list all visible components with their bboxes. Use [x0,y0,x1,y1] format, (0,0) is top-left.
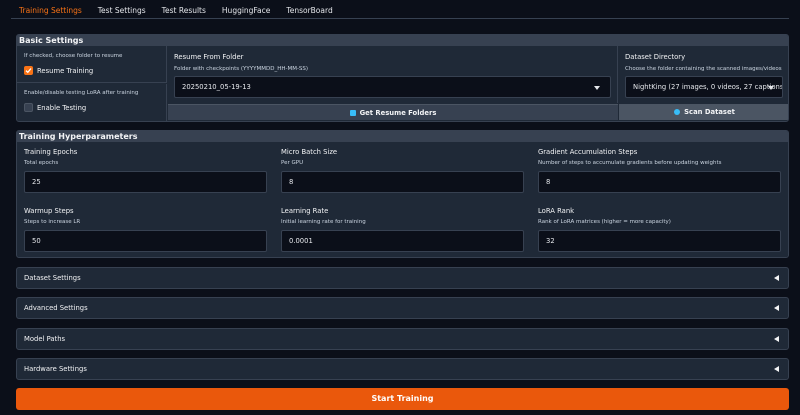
start-training-button[interactable]: Start Training [16,388,789,410]
accordion-model-paths-label: Model Paths [24,335,66,343]
tab-test-results[interactable]: Test Results [154,0,214,19]
resume-training-checkbox[interactable] [24,66,33,75]
dataset-dir-hint: Choose the folder containing the scanned… [625,66,782,72]
learning-rate-input[interactable]: 0.0001 [281,230,524,252]
micro-batch-cell: Micro Batch Size Per GPU 8 [275,142,529,200]
hyperparameters-panel: Training Hyperparameters Training Epochs… [16,130,789,258]
caret-left-icon [774,366,779,372]
micro-batch-hint: Per GPU [281,160,304,166]
scan-dataset-button[interactable]: Scan Dataset [619,104,788,120]
enable-testing-checkbox[interactable] [24,103,33,112]
enable-testing-cell: Enable/disable testing LoRA after traini… [17,84,167,121]
learning-rate-title: Learning Rate [281,207,329,215]
resume-folder-value: 20250210_05-19-13 [182,83,251,91]
tab-test-settings[interactable]: Test Settings [90,0,154,19]
resume-training-cell: If checked, choose folder to resume Resu… [17,46,167,83]
grad-accum-cell: Gradient Accumulation Steps Number of st… [532,142,788,200]
learning-rate-hint: Initial learning rate for training [281,219,366,225]
resume-folder-title: Resume From Folder [174,53,244,61]
dataset-dir-cell: Dataset Directory Choose the folder cont… [619,46,788,103]
refresh-icon [349,109,356,116]
lora-rank-hint: Rank of LoRA matrices (higher = more cap… [538,219,671,225]
tab-bar: Training Settings Test Settings Test Res… [11,0,341,19]
grad-accum-input[interactable]: 8 [538,171,781,193]
micro-batch-input[interactable]: 8 [281,171,524,193]
enable-testing-label[interactable]: Enable Testing [37,104,86,112]
warmup-steps-hint: Steps to increase LR [24,219,81,225]
accordion-advanced-settings[interactable]: Advanced Settings [16,297,789,319]
basic-settings-title: Basic Settings [17,35,788,46]
accordion-dataset-settings[interactable]: Dataset Settings [16,267,789,289]
training-epochs-cell: Training Epochs Total epochs 25 [18,142,272,200]
tab-huggingface[interactable]: HuggingFace [214,0,278,19]
caret-left-icon [774,275,779,281]
grad-accum-hint: Number of steps to accumulate gradients … [538,160,722,166]
dataset-dir-select[interactable]: NightKing (27 images, 0 videos, 27 capti… [625,76,783,98]
tab-divider [11,18,789,19]
resume-folder-hint: Folder with checkpoints (YYYYMMDD_HH-MM-… [174,66,309,72]
warmup-steps-cell: Warmup Steps Steps to increase LR 50 [18,201,272,257]
warmup-steps-input[interactable]: 50 [24,230,267,252]
check-icon [25,68,32,74]
lora-rank-input[interactable]: 32 [538,230,781,252]
warmup-steps-title: Warmup Steps [24,207,74,215]
lora-rank-cell: LoRA Rank Rank of LoRA matrices (higher … [532,201,788,257]
training-epochs-hint: Total epochs [24,160,59,166]
resume-training-label[interactable]: Resume Training [37,67,93,75]
dataset-dir-value: NightKing (27 images, 0 videos, 27 capti… [633,83,783,91]
accordion-advanced-settings-label: Advanced Settings [24,304,88,312]
caret-left-icon [774,336,779,342]
micro-batch-title: Micro Batch Size [281,148,338,156]
resume-folder-select[interactable]: 20250210_05-19-13 [174,76,611,98]
caret-left-icon [774,305,779,311]
training-epochs-title: Training Epochs [24,148,78,156]
scan-icon [674,109,681,115]
chevron-down-icon [594,86,600,90]
get-resume-folders-label: Get Resume Folders [359,108,437,117]
accordion-dataset-settings-label: Dataset Settings [24,274,81,282]
resume-training-hint: If checked, choose folder to resume [24,53,123,59]
scan-dataset-label: Scan Dataset [684,108,735,116]
learning-rate-cell: Learning Rate Initial learning rate for … [275,201,529,257]
get-resume-folders-button[interactable]: Get Resume Folders [168,104,618,120]
lora-rank-title: LoRA Rank [538,207,575,215]
accordion-hardware-settings[interactable]: Hardware Settings [16,358,789,380]
grad-accum-title: Gradient Accumulation Steps [538,148,638,156]
accordion-hardware-settings-label: Hardware Settings [24,365,87,373]
tab-training-settings[interactable]: Training Settings [11,0,90,19]
enable-testing-hint: Enable/disable testing LoRA after traini… [24,90,139,96]
basic-settings-panel: Basic Settings If checked, choose folder… [16,34,789,122]
tab-tensorboard[interactable]: TensorBoard [278,0,340,19]
dataset-dir-title: Dataset Directory [625,53,686,61]
accordion-model-paths[interactable]: Model Paths [16,328,789,350]
hyperparameters-title: Training Hyperparameters [17,131,788,142]
resume-folder-cell: Resume From Folder Folder with checkpoin… [168,46,618,103]
chevron-down-icon [768,86,774,90]
training-epochs-input[interactable]: 25 [24,171,267,193]
